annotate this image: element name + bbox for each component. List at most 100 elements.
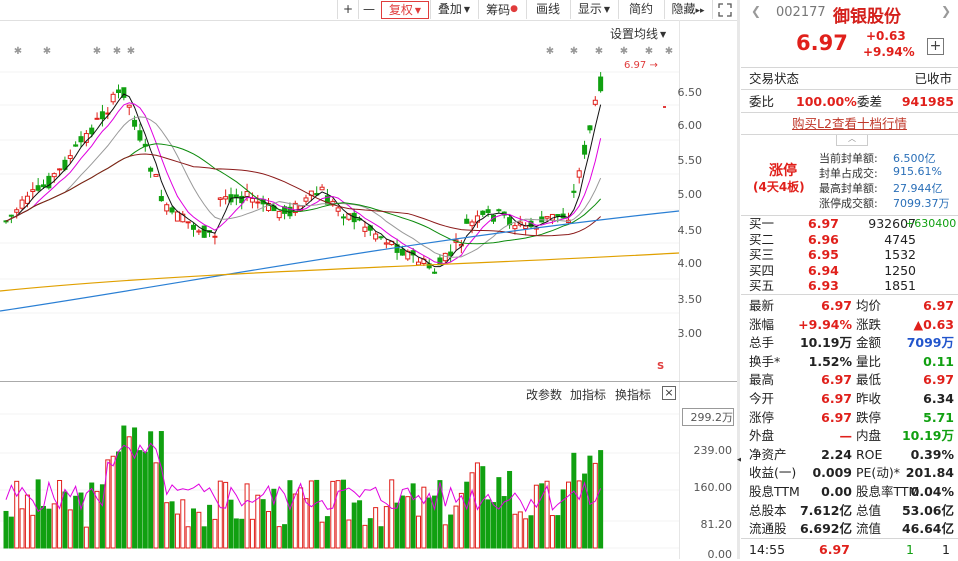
chevron-down-icon: ▼ (660, 30, 667, 39)
volume-bar (223, 481, 229, 549)
candle-body (196, 230, 202, 233)
moving-average-line (0, 252, 680, 292)
l2-link[interactable]: 购买L2查看十档行情 (741, 114, 958, 133)
bid-volume: 1851 (884, 278, 916, 293)
candle-body (276, 210, 282, 219)
chevron-right-icon[interactable]: ❯ (941, 4, 951, 18)
set-ma-label: 设置均线 (610, 27, 659, 41)
volume-bar (121, 425, 127, 549)
panel-divider[interactable]: ◀ (737, 0, 744, 559)
add-indicator-button[interactable]: 加指标 (570, 386, 606, 403)
volume-bar (142, 451, 148, 549)
bid-row[interactable]: 买五 6.93 1851 (741, 278, 958, 293)
stat-label: 最新 (749, 298, 775, 313)
volume-bar (3, 510, 9, 549)
stat-row: 股息TTM 0.00 股息率TTM 0.04% (741, 482, 958, 501)
stat-label: 总股本 (749, 502, 787, 518)
edit-params-button[interactable]: 改参数 (526, 386, 562, 403)
volume-bar (314, 479, 320, 549)
volume-bar (592, 462, 598, 549)
candle-body (480, 210, 486, 215)
volume-bar (324, 516, 330, 549)
volume-bar (598, 450, 604, 549)
current-price: 6.97 (796, 31, 848, 55)
volume-bar (298, 487, 304, 549)
volume-bar (228, 499, 234, 549)
volume-bar (287, 480, 293, 549)
volume-bar (362, 524, 368, 549)
price-marker-value: 6.97 (624, 60, 647, 71)
volume-bar (132, 427, 138, 549)
chevron-down-icon: ▼ (463, 5, 471, 14)
stat-row: 涨停 6.97 跌停 5.71 (741, 408, 958, 427)
bid-row[interactable]: 买三 6.95 1532 (741, 247, 958, 262)
simple-button[interactable]: 简约 (618, 0, 663, 19)
more-icon: ▸▸ (695, 6, 705, 16)
quote-panel: ❮ 002177 御银股份 ❯ 6.97 +0.63 +9.94% + 交易状态… (741, 0, 958, 559)
chips-button[interactable]: 筹码● (478, 0, 525, 19)
bid-row[interactable]: 买四 6.94 1250 (741, 263, 958, 278)
zoom-out-button[interactable]: — (358, 0, 379, 19)
price-axis-label: 4.00 (677, 257, 703, 270)
candle-body (512, 225, 518, 230)
expand-icon[interactable] (712, 0, 737, 19)
stat-value: 6.97 (821, 372, 852, 388)
event-star-icon: ✱ (43, 46, 51, 57)
volume-bar (319, 521, 325, 549)
stat-label: 收益(一) (749, 465, 797, 481)
candle-body (362, 226, 368, 232)
set-ma-button[interactable]: 设置均线 ▼ (610, 25, 666, 42)
overlay-button[interactable]: 叠加 ▼ (430, 0, 477, 19)
bid-row[interactable]: 买二 6.96 4745 (741, 232, 958, 247)
volume-bar (410, 483, 416, 549)
volume-chart[interactable]: 299.2万 239.00 160.00 81.20 0.00 (0, 402, 737, 561)
stat-value: 0.00 (821, 484, 852, 499)
volume-bar (164, 502, 170, 549)
collapse-up-icon[interactable]: ︿ (836, 135, 868, 146)
draw-button[interactable]: 画线 (526, 0, 569, 19)
stat-label: 流通股 (749, 521, 787, 537)
zoom-in-button[interactable]: + (337, 0, 358, 19)
chevron-left-icon[interactable]: ❮ (751, 4, 761, 18)
stat-row: 收益(一) 0.009 PE(动)* 201.84 (741, 463, 958, 482)
candle-body (582, 144, 588, 155)
switch-indicator-button[interactable]: 换指标 (615, 386, 651, 403)
volume-bar (282, 524, 288, 549)
bid-row[interactable]: 买一 6.97 932607 +630400 (741, 216, 958, 231)
stat-value: +9.94% (798, 316, 852, 332)
stat-value: 46.64亿 (901, 521, 954, 537)
hide-label: 隐藏 (671, 2, 696, 16)
stat-value: 53.06亿 (901, 502, 954, 518)
volume-bar (255, 494, 261, 549)
kline-chart[interactable]: ✱ ✱ ✱ ✱ ✱ ✱ ✱ ✱ ✱ ✱ ✱ 设置均线 ▼ 6.97 → 6.50 6.00 5.50 5.0… (0, 21, 737, 380)
limit-info-label: 当前封单额: (819, 152, 878, 165)
close-icon[interactable]: × (662, 386, 676, 400)
volume-bar (453, 505, 459, 549)
candle-body (249, 197, 255, 203)
stat-value: 0.39% (910, 446, 954, 462)
volume-bar (126, 436, 132, 549)
price-axis-label: 3.50 (677, 293, 703, 306)
price-axis-label: 5.00 (677, 188, 703, 201)
display-button[interactable]: 显示 ▼ (570, 0, 617, 19)
add-watchlist-icon[interactable]: + (927, 38, 944, 55)
candle-body (212, 235, 218, 238)
volume-bar (448, 514, 454, 549)
adjust-button[interactable]: 复权 ▼ (381, 1, 429, 19)
event-star-icon: ✱ (595, 46, 603, 57)
candle-body (373, 233, 379, 240)
s-mark: S (657, 361, 665, 372)
stat-label: 跌停 (856, 409, 882, 425)
stat-value: 10.19万 (901, 428, 954, 444)
candle-body (158, 196, 164, 202)
stat-label: 流值 (856, 521, 882, 537)
candle-body (432, 271, 438, 274)
stat-label: 股息TTM (749, 484, 800, 499)
candle-body (571, 190, 577, 193)
stat-value: 7.612亿 (799, 502, 852, 518)
volume-bar (507, 470, 513, 549)
candle-body (89, 127, 95, 135)
stat-label: 换手* (749, 353, 781, 369)
status-value: 已收市 (914, 71, 952, 86)
hide-button[interactable]: 隐藏▸▸ (664, 0, 711, 19)
